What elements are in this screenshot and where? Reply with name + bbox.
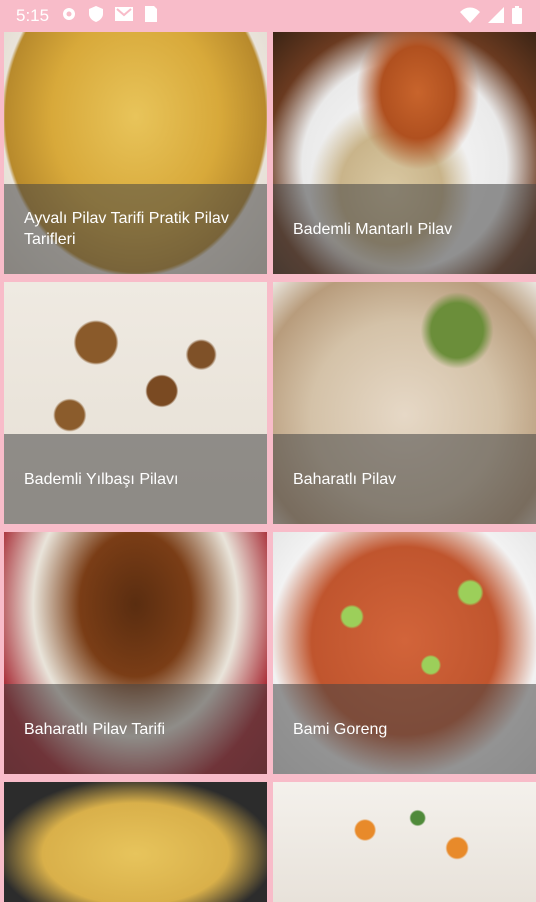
recipe-title: Baharatlı Pilav: [293, 470, 397, 488]
recipe-title: Bademli Mantarlı Pilav: [293, 220, 453, 238]
recipe-title: Ayvalı Pilav Tarifi Pratik Pilav Tarifle…: [24, 210, 229, 248]
status-time: 5:15: [16, 6, 50, 25]
recipe-card[interactable]: Bademli Mantarlı Pilav: [273, 32, 536, 274]
sim-card-icon: [145, 5, 158, 27]
recipe-title: Bademli Yılbaşı Pilavı: [24, 470, 179, 488]
recipe-title: Baharatlı Pilav Tarifi: [24, 720, 166, 738]
recipe-card[interactable]: Bami Goreng: [273, 532, 536, 774]
recipe-grid: Ayvalı Pilav Tarifi Pratik Pilav Tarifle…: [4, 32, 536, 902]
recipe-caption: Baharatlı Pilav: [273, 434, 536, 524]
recipe-image: [4, 782, 267, 902]
status-right: [460, 6, 522, 29]
battery-icon: [512, 6, 522, 29]
recipe-card[interactable]: Bademli Yılbaşı Pilavı: [4, 282, 267, 524]
recipe-caption: Baharatlı Pilav Tarifi: [4, 684, 267, 774]
signal-icon: [488, 7, 504, 28]
recipe-card[interactable]: Ayvalı Pilav Tarifi Pratik Pilav Tarifle…: [4, 32, 267, 274]
gmail-icon: [115, 6, 134, 26]
recipe-title: Bami Goreng: [293, 720, 388, 738]
recipe-card[interactable]: [273, 782, 536, 902]
wifi-icon: [460, 7, 480, 28]
recipe-image: [273, 782, 536, 902]
recipe-caption: Bademli Yılbaşı Pilavı: [4, 434, 267, 524]
recipe-caption: Bami Goreng: [273, 684, 536, 774]
recipe-caption: Bademli Mantarlı Pilav: [273, 184, 536, 274]
recipe-caption: Ayvalı Pilav Tarifi Pratik Pilav Tarifle…: [4, 184, 267, 274]
status-bar: 5:15: [0, 0, 540, 32]
gear-icon: [61, 6, 77, 27]
shield-icon: [89, 5, 104, 27]
recipe-card[interactable]: Baharatlı Pilav Tarifi: [4, 532, 267, 774]
recipe-card[interactable]: [4, 782, 267, 902]
recipe-card[interactable]: Baharatlı Pilav: [273, 282, 536, 524]
